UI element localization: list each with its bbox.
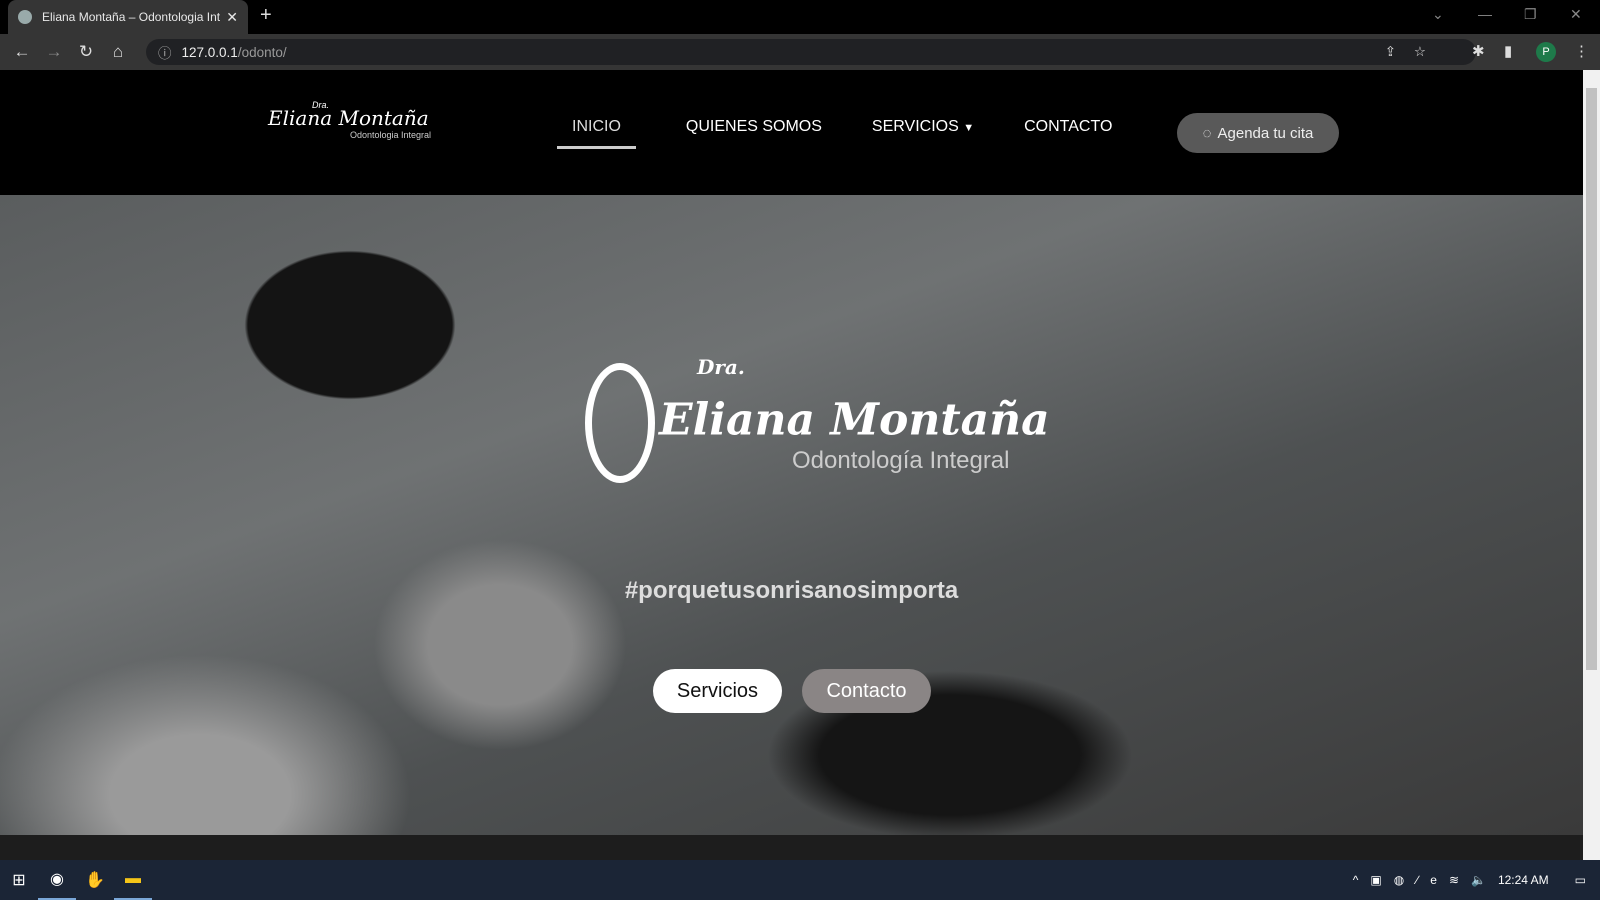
site-header: Dra. Eliana Montaña Odontologia Integral… (0, 70, 1583, 195)
close-window-button[interactable]: ✕ (1570, 6, 1582, 23)
logo-tagline: Odontologia Integral (350, 130, 432, 140)
minimize-button[interactable]: — (1478, 6, 1492, 22)
restore-button[interactable]: ❐ (1524, 6, 1537, 23)
hero-section: Dra. Eliana Montaña Odontología Integral… (0, 195, 1583, 835)
nav-quienes-somos[interactable]: QUIENES SOMOS (686, 118, 822, 149)
extensions-icon[interactable]: ✱ (1472, 42, 1485, 60)
profile-avatar[interactable]: P (1536, 42, 1556, 62)
site-logo[interactable]: Dra. Eliana Montaña Odontologia Integral (268, 100, 432, 140)
close-tab-icon[interactable]: ✕ (226, 9, 238, 26)
new-tab-button[interactable]: + (260, 4, 272, 27)
tab-title: Eliana Montaña – Odontologia Integral (42, 10, 221, 24)
back-icon[interactable]: ← (6, 42, 38, 62)
hero-logo-name-text: Eliana Montaña (659, 394, 1050, 446)
page-scrollbar[interactable] (1583, 70, 1600, 860)
hero-hashtag: #porquetusonrisanosimporta (624, 577, 959, 604)
nav-inicio[interactable]: INICIO (557, 118, 636, 149)
servicios-button[interactable]: Servicios (653, 669, 782, 713)
nav-contacto[interactable]: CONTACTO (1024, 118, 1112, 149)
system-tray: ^ ▣ ◍ ∕ e ≋ 🔈 12:24 AM ▭ (1353, 873, 1586, 887)
url-path: /odonto/ (237, 44, 287, 60)
chrome-taskbar-icon[interactable]: ◉ (38, 860, 76, 900)
info-icon: ⓘ (158, 46, 172, 61)
start-windows-icon[interactable]: ⊞ (0, 860, 38, 900)
globe-icon (18, 10, 32, 24)
chevron-down-icon: ▼ (963, 122, 975, 134)
hero-logo: Dra. Eliana Montaña Odontología Integral (585, 355, 1050, 483)
tray-network-app-icon[interactable]: ◍ (1394, 873, 1404, 887)
cta-label: Agenda tu cita (1217, 124, 1314, 142)
app-taskbar-icon[interactable]: ✋ (76, 860, 114, 900)
forward-icon[interactable]: → (38, 42, 70, 62)
website: Dra. Eliana Montaña Odontologia Integral… (0, 70, 1583, 860)
eset-icon[interactable]: e (1430, 873, 1437, 887)
volume-icon[interactable]: 🔈 (1471, 873, 1486, 887)
browser-toolbar: ← → ↻ ⌂ ⓘ 127.0.0.1/odonto/ ⇪ ☆ ✱ ▮ ⋮ (0, 34, 1600, 70)
hero-logo-dra: Dra. (697, 355, 745, 379)
agenda-cita-button[interactable]: ◌ Agenda tu cita (1177, 113, 1339, 153)
logo-name: Eliana Montaña (268, 106, 429, 130)
share-icon[interactable]: ⇪ (1385, 44, 1396, 60)
bookmark-star-icon[interactable]: ☆ (1414, 44, 1426, 60)
address-bar[interactable]: ⓘ 127.0.0.1/odonto/ ⇪ ☆ (146, 39, 1476, 65)
reload-icon[interactable]: ↻ (70, 42, 102, 62)
wifi-icon[interactable]: ≋ (1449, 873, 1459, 887)
nav-servicios[interactable]: SERVICIOS ▼ (872, 118, 974, 149)
tray-feather-icon[interactable]: ∕ (1416, 873, 1418, 887)
menu-icon[interactable]: ⋮ (1574, 42, 1589, 60)
file-explorer-icon[interactable]: ▬ (114, 860, 152, 900)
tab-search-icon[interactable]: ⌄ (1432, 6, 1444, 23)
heart-logo-icon (585, 363, 655, 483)
nav-servicios-label: SERVICIOS (871, 118, 959, 135)
url-host: 127.0.0.1 (181, 44, 238, 60)
home-icon[interactable]: ⌂ (102, 42, 134, 62)
tray-app-icon[interactable]: ▣ (1370, 873, 1381, 887)
section-strip (0, 835, 1583, 860)
show-hidden-icons-chevron[interactable]: ^ (1353, 873, 1359, 887)
clock[interactable]: 12:24 AM (1498, 873, 1549, 887)
logo-dra: Dra. (312, 100, 330, 110)
whatsapp-icon: ◌ (1202, 124, 1212, 142)
contacto-button[interactable]: Contacto (802, 669, 931, 713)
scrollbar-thumb[interactable] (1586, 88, 1597, 670)
tab-strip: Eliana Montaña – Odontologia Integral ✕ … (0, 0, 1600, 34)
browser-tab[interactable]: Eliana Montaña – Odontologia Integral ✕ (8, 0, 248, 34)
notifications-icon[interactable]: ▭ (1575, 873, 1586, 887)
main-nav: INICIO QUIENES SOMOS SERVICIOS ▼ CONTACT… (557, 118, 1162, 149)
side-panel-icon[interactable]: ▮ (1504, 42, 1512, 60)
windows-taskbar: ⊞ ◉ ✋ ▬ ^ ▣ ◍ ∕ e ≋ 🔈 12:24 AM ▭ (0, 860, 1600, 900)
